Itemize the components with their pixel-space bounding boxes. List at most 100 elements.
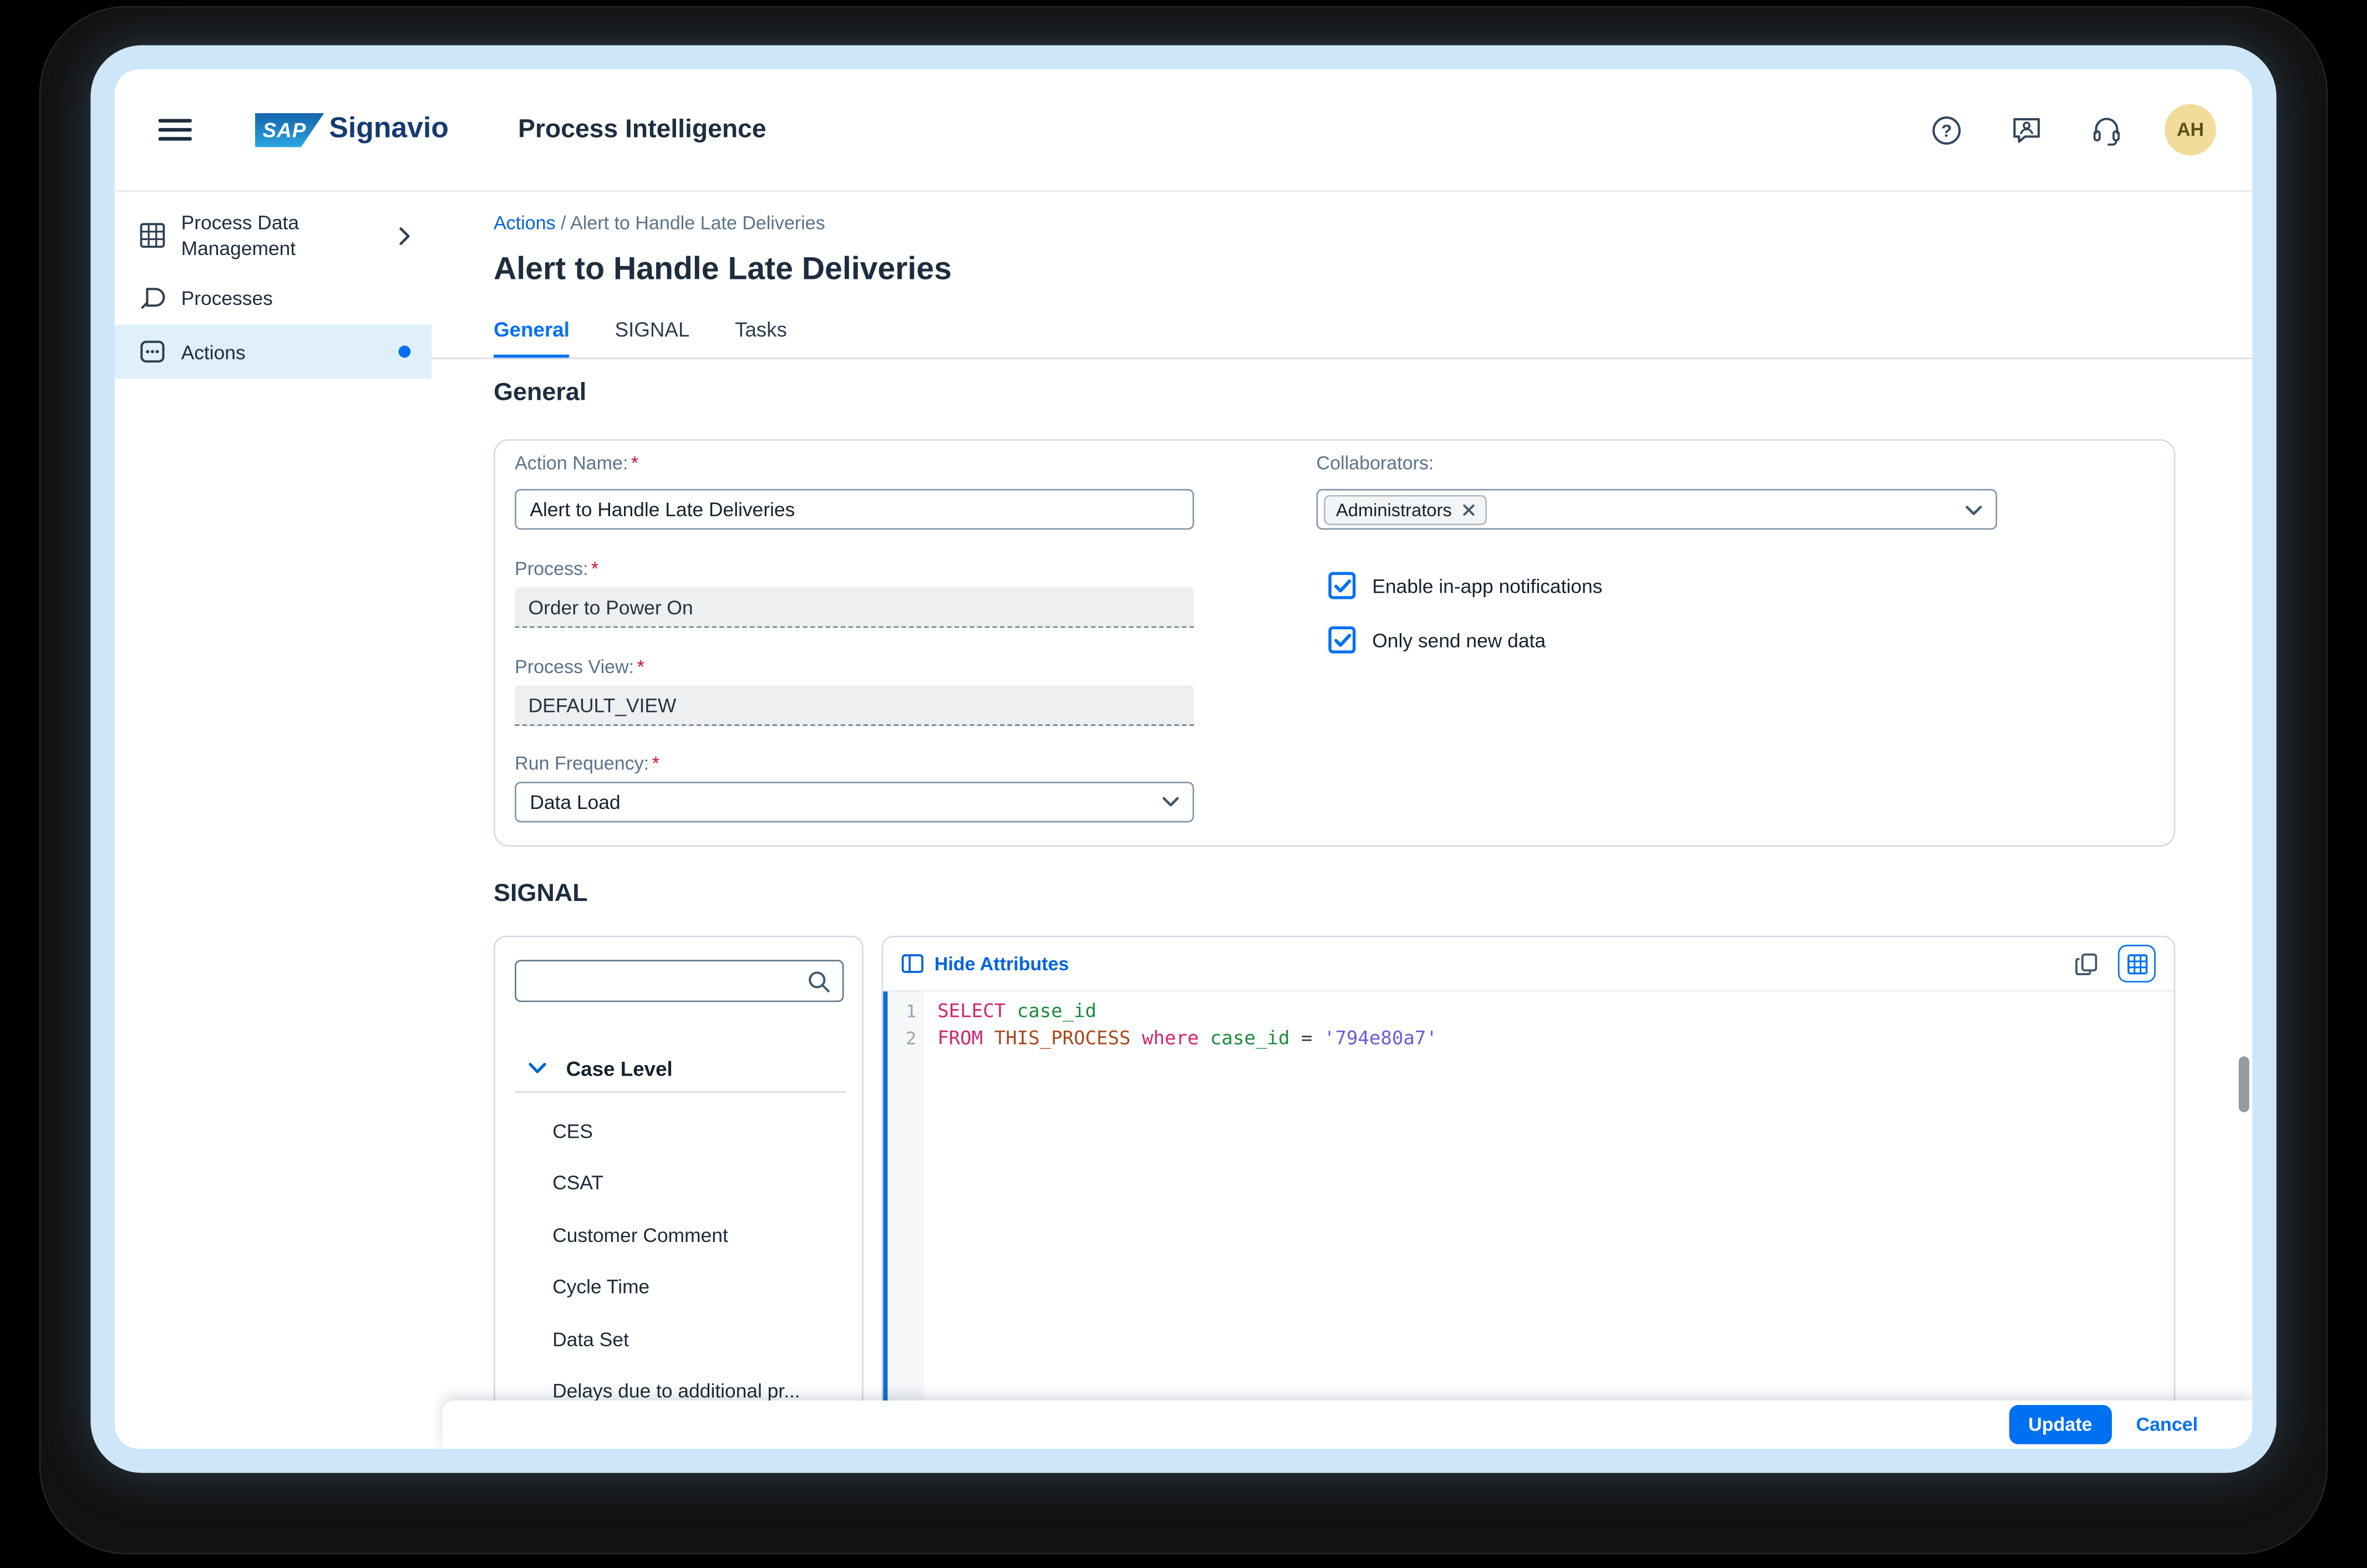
sap-logo-text: SAP: [263, 119, 307, 141]
code-line[interactable]: FROM THIS_PROCESS where case_id = '794e8…: [937, 1025, 2173, 1052]
attribute-item[interactable]: Data Set: [495, 1313, 862, 1365]
sidebar-nav: Process Data Management Processes: [115, 192, 432, 1449]
chevron-down-icon: [1965, 506, 1982, 516]
search-icon[interactable]: [807, 970, 830, 992]
checkbox-checked-icon[interactable]: [1328, 627, 1355, 654]
code-line[interactable]: SELECT case_id: [937, 997, 2173, 1025]
attribute-search-input[interactable]: [529, 970, 808, 992]
table-grid-icon: [2126, 953, 2147, 974]
attributes-panel: Case Level CESCSATCustomer CommentCycle …: [494, 936, 864, 1449]
process-label: Process:*: [515, 558, 598, 579]
main-content: Actions / Alert to Handle Late Deliverie…: [431, 192, 2252, 1449]
editor-left-accent: [883, 991, 887, 1449]
notification-dot: [399, 345, 411, 358]
editor-code[interactable]: SELECT case_idFROM THIS_PROCESS where ca…: [924, 991, 2174, 1449]
breadcrumb-current: Alert to Handle Late Deliveries: [570, 213, 825, 234]
tab-strip-divider: [431, 358, 2252, 359]
sidebar-layout-icon: [901, 952, 924, 975]
sidebar-item-label: Actions: [181, 339, 246, 364]
hide-attributes-button[interactable]: Hide Attributes: [901, 952, 1069, 975]
required-asterisk: *: [591, 558, 598, 579]
process-view-readonly-field: DEFAULT_VIEW: [515, 685, 1194, 726]
action-name-label: Action Name:*: [515, 453, 638, 474]
page-title: Alert to Handle Late Deliveries: [494, 252, 952, 288]
chevron-down-icon: [529, 1062, 547, 1075]
general-section-heading: General: [494, 379, 586, 408]
sidebar-item-process-data-management[interactable]: Process Data Management: [115, 201, 432, 270]
checkbox-label: Only send new data: [1372, 629, 1546, 651]
signal-section-heading: SIGNAL: [494, 880, 588, 909]
top-bar: SAP Signavio Process Intelligence ?: [115, 69, 2252, 191]
case-level-group-label: Case Level: [566, 1057, 673, 1080]
run-frequency-label: Run Frequency:*: [515, 753, 659, 774]
feedback-icon[interactable]: [2011, 114, 2043, 145]
tab-general[interactable]: General: [494, 318, 570, 359]
collaborator-token[interactable]: Administrators: [1324, 494, 1486, 524]
table-view-button[interactable]: [2118, 945, 2156, 982]
scrollbar-thumb[interactable]: [2239, 1056, 2249, 1112]
process-readonly-field: Order to Power On: [515, 587, 1194, 628]
cancel-button[interactable]: Cancel: [2136, 1414, 2198, 1435]
attribute-item[interactable]: CSAT: [495, 1157, 862, 1209]
user-avatar[interactable]: AH: [2165, 104, 2216, 156]
enable-notifications-checkbox-row[interactable]: Enable in-app notifications: [1328, 572, 1602, 599]
breadcrumb: Actions / Alert to Handle Late Deliverie…: [494, 213, 825, 234]
footer-action-bar: Update Cancel: [443, 1401, 2253, 1449]
chevron-right-icon: [399, 226, 411, 245]
tab-signal[interactable]: SIGNAL: [615, 318, 690, 359]
sidebar-item-label: Processes: [181, 284, 273, 310]
copy-icon[interactable]: [2074, 951, 2099, 976]
update-button[interactable]: Update: [2009, 1405, 2112, 1444]
attribute-item[interactable]: Cycle Time: [495, 1261, 862, 1313]
line-number: 2: [888, 1025, 917, 1052]
attribute-item[interactable]: CES: [495, 1104, 862, 1157]
app-window: SAP Signavio Process Intelligence ?: [115, 69, 2252, 1449]
sap-logo-mark: SAP: [255, 113, 324, 147]
headset-icon[interactable]: [2091, 114, 2122, 145]
avatar-initials: AH: [2177, 119, 2204, 140]
checkbox-checked-icon[interactable]: [1328, 572, 1355, 599]
editor-gutter: 12: [888, 991, 924, 1449]
remove-token-icon[interactable]: [1462, 503, 1475, 516]
tab-tasks[interactable]: Tasks: [735, 318, 787, 359]
product-title: Process Intelligence: [518, 115, 766, 145]
actions-icon: [139, 338, 166, 365]
line-number: 1: [888, 997, 917, 1025]
breadcrumb-separator: /: [556, 213, 570, 234]
action-name-input[interactable]: [515, 489, 1194, 530]
window-glow-frame: SAP Signavio Process Intelligence ?: [90, 45, 2276, 1473]
device-stage: SAP Signavio Process Intelligence ?: [0, 0, 2367, 1568]
editor-toolbar-right: [2074, 945, 2156, 982]
svg-text:?: ?: [1941, 120, 1952, 140]
collaborator-token-label: Administrators: [1336, 499, 1452, 520]
tab-strip: General SIGNAL Tasks: [494, 318, 787, 359]
attribute-item[interactable]: Customer Comment: [495, 1209, 862, 1261]
general-form-card: Action Name:* Process:* Order to Power O…: [494, 439, 2175, 847]
checkbox-label: Enable in-app notifications: [1372, 574, 1602, 597]
processes-icon: [139, 284, 166, 311]
grid-table-icon: [139, 222, 166, 249]
attribute-search-box: [515, 960, 844, 1002]
breadcrumb-link-actions[interactable]: Actions: [494, 213, 556, 234]
header-actions: ? AH: [1931, 104, 2216, 156]
sap-signavio-logo[interactable]: SAP Signavio: [255, 113, 449, 147]
run-frequency-select[interactable]: Data Load: [515, 782, 1194, 822]
hamburger-menu-icon[interactable]: [159, 118, 192, 142]
sidebar-item-actions[interactable]: Actions: [115, 324, 432, 379]
process-view-label: Process View:*: [515, 656, 644, 678]
collaborators-label: Collaborators:: [1317, 453, 1434, 474]
sidebar-item-processes[interactable]: Processes: [115, 270, 432, 324]
signal-editor-toolbar: Hide Attributes: [883, 937, 2173, 991]
run-frequency-value: Data Load: [530, 791, 620, 813]
attribute-list: CESCSATCustomer CommentCycle TimeData Se…: [495, 1093, 862, 1417]
required-asterisk: *: [631, 453, 638, 474]
collaborators-combobox[interactable]: Administrators: [1317, 489, 1998, 530]
hide-attributes-label: Hide Attributes: [934, 953, 1069, 974]
sidebar-item-label: Process Data Management: [181, 210, 357, 261]
help-icon[interactable]: ?: [1931, 114, 1962, 145]
only-new-data-checkbox-row[interactable]: Only send new data: [1328, 627, 1546, 654]
required-asterisk: *: [652, 753, 659, 774]
signal-code-editor[interactable]: 12 SELECT case_idFROM THIS_PROCESS where…: [883, 991, 2173, 1449]
case-level-group-header[interactable]: Case Level: [515, 1046, 845, 1092]
chevron-down-icon: [1162, 797, 1179, 807]
